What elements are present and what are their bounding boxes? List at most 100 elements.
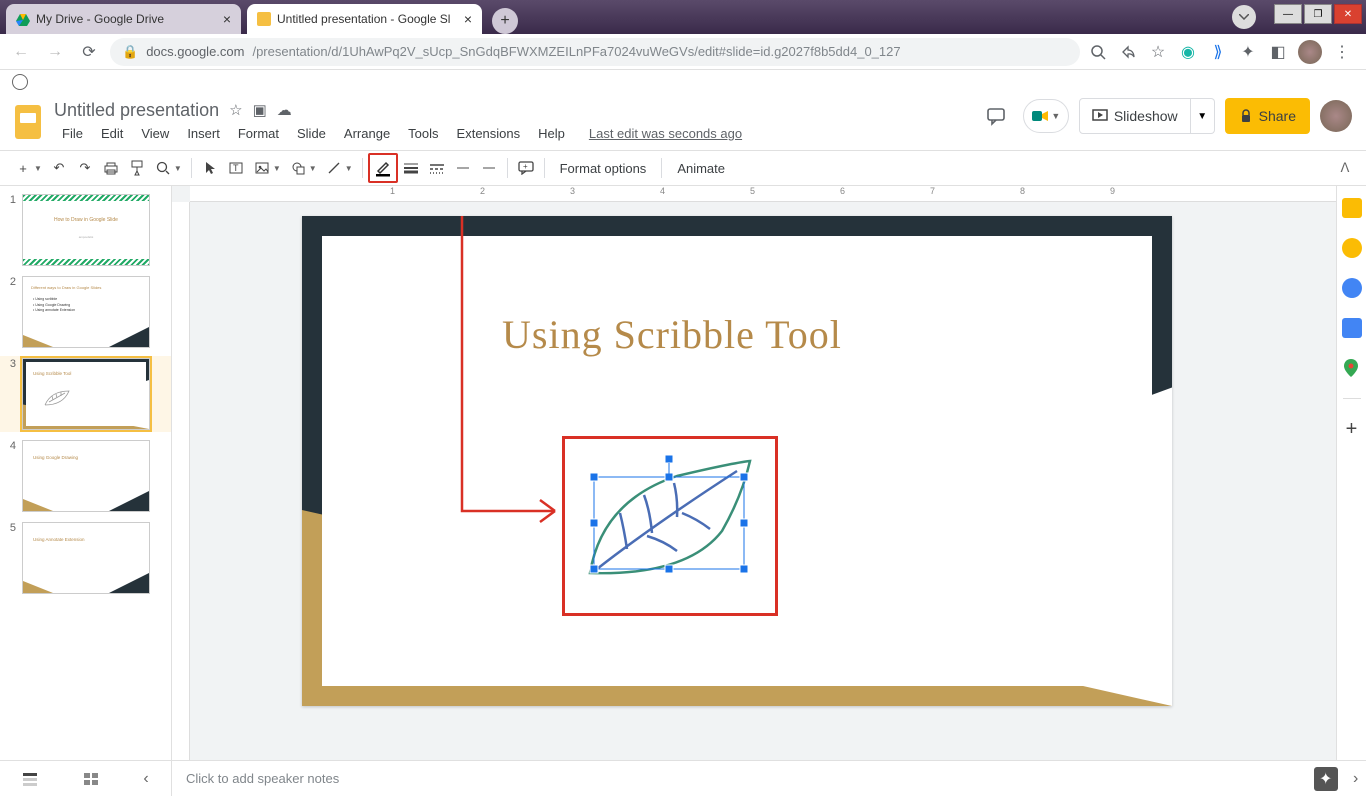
undo-button[interactable]: ↶ (46, 155, 72, 181)
new-slide-dropdown[interactable]: ▼ (34, 164, 46, 173)
minimize-button[interactable]: — (1274, 4, 1302, 24)
slide-thumbnail-5[interactable]: Using Annotate Extension (22, 522, 150, 594)
calendar-icon[interactable] (1342, 198, 1362, 218)
keep-icon[interactable] (1342, 238, 1362, 258)
line-start-button[interactable] (450, 155, 476, 181)
play-icon (1092, 109, 1108, 123)
filmstrip[interactable]: 1 How to Draw in Google Slide ampoolslot… (0, 186, 172, 760)
forward-button[interactable]: → (42, 39, 68, 65)
menu-view[interactable]: View (133, 124, 177, 143)
slide-thumbnail-4[interactable]: Using Google Drawing (22, 440, 150, 512)
image-dropdown[interactable]: ▼ (273, 164, 285, 173)
menu-tools[interactable]: Tools (400, 124, 446, 143)
redo-button[interactable]: ↷ (72, 155, 98, 181)
speaker-notes[interactable]: Click to add speaker notes (172, 771, 1306, 786)
slide-canvas[interactable]: Using Scribble Tool (302, 216, 1172, 706)
slideshow-dropdown[interactable]: ▼ (1191, 98, 1215, 134)
slide-thumbnail-1[interactable]: How to Draw in Google Slide ampoolslot (22, 194, 150, 266)
menu-help[interactable]: Help (530, 124, 573, 143)
reload-button[interactable]: ⟳ (76, 39, 102, 65)
url-field[interactable]: 🔒 docs.google.com/presentation/d/1UhAwPq… (110, 38, 1080, 66)
add-addon-button[interactable]: + (1342, 419, 1362, 439)
tasks-icon[interactable] (1342, 278, 1362, 298)
line-weight-button[interactable] (398, 155, 424, 181)
thumbnail-row[interactable]: 3 Using Scribble Tool (0, 356, 171, 432)
line-dash-button[interactable] (424, 155, 450, 181)
image-tool[interactable] (249, 155, 275, 181)
zoom-dropdown[interactable]: ▼ (174, 164, 186, 173)
bookmark-icon[interactable]: ☆ (1148, 42, 1168, 62)
comment-button[interactable]: + (513, 155, 539, 181)
last-edit-link[interactable]: Last edit was seconds ago (581, 124, 750, 143)
slideshow-button[interactable]: Slideshow (1079, 98, 1191, 134)
browser-tab-slides[interactable]: Untitled presentation - Google Sl × (247, 4, 482, 34)
new-slide-button[interactable]: + (10, 155, 36, 181)
animate-button[interactable]: Animate (667, 161, 735, 176)
collapse-filmstrip-button[interactable]: ‹ (143, 770, 148, 788)
new-tab-button[interactable]: + (492, 8, 518, 34)
star-icon[interactable]: ☆ (229, 101, 242, 119)
doc-title[interactable]: Untitled presentation (54, 100, 219, 121)
menu-extensions[interactable]: Extensions (449, 124, 529, 143)
menu-slide[interactable]: Slide (289, 124, 334, 143)
tab-overflow-button[interactable] (1232, 5, 1256, 29)
zoom-button[interactable] (150, 155, 176, 181)
close-icon[interactable]: × (464, 11, 472, 27)
profile-avatar[interactable] (1298, 40, 1322, 64)
back-button[interactable]: ← (8, 39, 34, 65)
ruler-vertical (172, 202, 190, 760)
scribble-drawing[interactable] (582, 451, 762, 586)
slide-thumbnail-2[interactable]: Different ways to Draw in Google Slides … (22, 276, 150, 348)
account-avatar[interactable] (1320, 100, 1352, 132)
thumbnail-row[interactable]: 4 Using Google Drawing (0, 438, 171, 514)
toolbar: +▼ ↶ ↷ ▼ T ▼ ▼ ▼ + Format options Animat… (0, 150, 1366, 186)
extensions-icon[interactable]: ✦ (1238, 42, 1258, 62)
share-button[interactable]: Share (1225, 98, 1310, 134)
close-window-button[interactable]: ✕ (1334, 4, 1362, 24)
extension-cast-icon[interactable]: ⟫ (1208, 42, 1228, 62)
chrome-menu-icon[interactable]: ⋮ (1332, 42, 1352, 62)
zoom-icon[interactable] (1088, 42, 1108, 62)
paint-format-button[interactable] (124, 155, 150, 181)
filmstrip-view-button[interactable] (83, 772, 99, 786)
collapse-toolbar-button[interactable]: ᐱ (1334, 157, 1356, 179)
line-dropdown[interactable]: ▼ (345, 164, 357, 173)
select-tool[interactable] (197, 155, 223, 181)
canvas[interactable]: 1 2 3 4 5 6 7 8 9 Using Scribble Tool (172, 186, 1336, 760)
grid-view-button[interactable] (22, 772, 38, 786)
line-end-button[interactable] (476, 155, 502, 181)
share-page-icon[interactable] (1118, 42, 1138, 62)
maximize-button[interactable]: ❐ (1304, 4, 1332, 24)
cloud-status-icon[interactable]: ☁ (277, 101, 292, 119)
globe-icon[interactable] (12, 74, 28, 90)
side-panel: + (1336, 186, 1366, 760)
browser-tab-drive[interactable]: My Drive - Google Drive × (6, 4, 241, 34)
line-color-button[interactable] (368, 153, 398, 183)
close-icon[interactable]: × (223, 11, 231, 27)
slide-thumbnail-3-selected[interactable]: Using Scribble Tool (22, 358, 150, 430)
line-tool[interactable] (321, 155, 347, 181)
comments-button[interactable] (979, 99, 1013, 133)
explore-button[interactable]: ✦ (1314, 767, 1338, 791)
side-panel-icon[interactable]: ◧ (1268, 42, 1288, 62)
menu-file[interactable]: File (54, 124, 91, 143)
menu-arrange[interactable]: Arrange (336, 124, 398, 143)
thumbnail-row[interactable]: 5 Using Annotate Extension (0, 520, 171, 596)
slides-logo[interactable] (8, 98, 48, 146)
contacts-icon[interactable] (1342, 318, 1362, 338)
extension-ghostery-icon[interactable]: ◉ (1178, 42, 1198, 62)
move-icon[interactable]: ▣ (253, 101, 267, 119)
shape-tool[interactable] (285, 155, 311, 181)
shape-dropdown[interactable]: ▼ (309, 164, 321, 173)
expand-side-panel-button[interactable]: › (1353, 770, 1358, 788)
meet-button[interactable]: ▼ (1023, 99, 1069, 133)
menu-insert[interactable]: Insert (179, 124, 228, 143)
print-button[interactable] (98, 155, 124, 181)
menu-format[interactable]: Format (230, 124, 287, 143)
textbox-tool[interactable]: T (223, 155, 249, 181)
menu-edit[interactable]: Edit (93, 124, 131, 143)
thumbnail-row[interactable]: 2 Different ways to Draw in Google Slide… (0, 274, 171, 350)
thumbnail-row[interactable]: 1 How to Draw in Google Slide ampoolslot (0, 192, 171, 268)
maps-icon[interactable] (1342, 358, 1362, 378)
format-options-button[interactable]: Format options (550, 161, 657, 176)
